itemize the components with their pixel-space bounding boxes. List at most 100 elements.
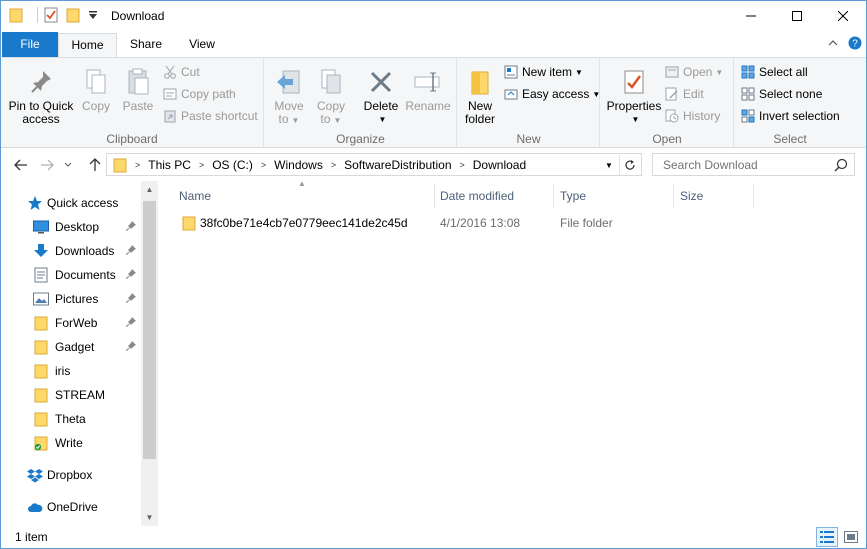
cut-button[interactable]: Cut xyxy=(163,62,200,82)
nav-item-theta[interactable]: Theta xyxy=(1,407,141,431)
collapse-ribbon-icon[interactable] xyxy=(828,39,838,47)
column-header-name[interactable]: Name xyxy=(179,184,211,208)
details-view-button[interactable] xyxy=(816,527,838,547)
nav-scrollbar[interactable]: ▲ ▼ xyxy=(141,181,158,526)
breadcrumb-separator[interactable]: > xyxy=(135,160,140,170)
column-divider[interactable] xyxy=(673,184,674,208)
pin-to-quick-access-button[interactable]: Pin to Quick access xyxy=(7,64,75,126)
paste-button[interactable]: Paste xyxy=(119,64,157,113)
delete-button[interactable]: Delete ▼ xyxy=(361,64,401,126)
nav-quick-access[interactable]: Quick access xyxy=(1,191,141,215)
column-header-date[interactable]: Date modified xyxy=(440,184,514,208)
copy-path-button[interactable]: Copy path xyxy=(163,84,236,104)
breadcrumb-windows[interactable]: Windows xyxy=(274,158,323,172)
minimize-button[interactable] xyxy=(728,1,774,31)
paste-label: Paste xyxy=(122,99,154,113)
column-divider[interactable] xyxy=(434,184,435,208)
nav-item-downloads[interactable]: Downloads xyxy=(1,239,141,263)
nav-item-gadget[interactable]: Gadget xyxy=(1,335,141,359)
forward-button[interactable] xyxy=(37,156,57,174)
breadcrumb-download[interactable]: Download xyxy=(473,158,526,172)
column-header-type[interactable]: Type xyxy=(560,184,586,208)
open-button[interactable]: Open ▼ xyxy=(665,62,723,82)
column-divider[interactable] xyxy=(753,184,754,208)
tab-home[interactable]: Home xyxy=(58,33,117,58)
pin-icon[interactable] xyxy=(125,292,136,306)
tab-view[interactable]: View xyxy=(177,33,227,57)
nav-item-write[interactable]: Write xyxy=(1,431,141,455)
nav-item-label: Gadget xyxy=(55,340,95,354)
open-icon xyxy=(665,66,679,78)
breadcrumb-softwaredistribution[interactable]: SoftwareDistribution xyxy=(344,158,451,172)
refresh-button[interactable] xyxy=(619,155,639,175)
nav-item-desktop[interactable]: Desktop xyxy=(1,215,141,239)
new-folder-qat-icon[interactable] xyxy=(66,7,80,23)
pin-icon[interactable] xyxy=(125,268,136,282)
nav-item-pictures[interactable]: Pictures xyxy=(1,287,141,311)
new-folder-button[interactable]: New folder xyxy=(462,64,498,126)
column-divider[interactable] xyxy=(553,184,554,208)
nav-item-documents[interactable]: Documents xyxy=(1,263,141,287)
pin-icon[interactable] xyxy=(125,340,136,354)
delete-label: Delete xyxy=(363,99,399,113)
pin-icon[interactable] xyxy=(125,244,136,258)
up-button[interactable] xyxy=(85,156,105,174)
tab-share[interactable]: Share xyxy=(121,33,171,57)
search-box[interactable] xyxy=(652,153,855,176)
pin-icon[interactable] xyxy=(125,316,136,330)
new-item-button[interactable]: New item ▼ xyxy=(504,62,583,82)
address-bar[interactable]: > This PC > OS (C:) > Windows > Software… xyxy=(106,153,642,176)
pin-icon[interactable] xyxy=(125,220,136,234)
nav-item-iris[interactable]: iris xyxy=(1,359,141,383)
invert-selection-button[interactable]: Invert selection xyxy=(741,106,840,126)
close-button[interactable] xyxy=(820,1,866,31)
copy-to-label-line1: Copy xyxy=(316,99,345,113)
nav-item-forweb[interactable]: ForWeb xyxy=(1,311,141,335)
file-date-modified: 4/1/2016 13:08 xyxy=(440,216,521,230)
properties-qat-icon[interactable] xyxy=(44,7,58,23)
nav-onedrive[interactable]: OneDrive xyxy=(1,495,141,519)
copy-to-button[interactable]: Copy to ▼ xyxy=(313,64,349,127)
qat-customize-icon[interactable] xyxy=(88,10,98,20)
address-dropdown-icon[interactable]: ▼ xyxy=(601,156,617,174)
large-icons-view-button[interactable] xyxy=(840,527,862,547)
move-to-button[interactable]: Move to ▼ xyxy=(271,64,307,127)
column-header-size[interactable]: Size xyxy=(680,184,703,208)
nav-onedrive-label: OneDrive xyxy=(47,500,98,514)
properties-label: Properties xyxy=(606,99,662,113)
breadcrumb-separator[interactable]: > xyxy=(199,160,204,170)
nav-item-label: STREAM xyxy=(55,388,106,402)
scroll-down-icon[interactable]: ▼ xyxy=(141,509,158,526)
window-folder-icon[interactable] xyxy=(9,7,23,23)
scroll-thumb[interactable] xyxy=(143,201,156,459)
easy-access-button[interactable]: Easy access ▼ xyxy=(504,84,600,104)
breadcrumb-separator[interactable]: > xyxy=(261,160,266,170)
table-row[interactable]: 38fc0be71e4cb7e0779eec141de2c45d 4/1/201… xyxy=(174,212,864,234)
select-group: Select all Select none Invert selection … xyxy=(735,58,845,148)
nav-dropbox[interactable]: Dropbox xyxy=(1,463,141,487)
ribbon-tab-extras: ? xyxy=(818,36,862,50)
rename-button[interactable]: Rename xyxy=(405,64,451,113)
breadcrumb-separator[interactable]: > xyxy=(331,160,336,170)
history-button[interactable]: History xyxy=(665,106,720,126)
breadcrumb-separator[interactable]: > xyxy=(460,160,465,170)
breadcrumb-this-pc[interactable]: This PC xyxy=(148,158,191,172)
select-none-button[interactable]: Select none xyxy=(741,84,822,104)
select-all-button[interactable]: Select all xyxy=(741,62,808,82)
recent-locations-button[interactable] xyxy=(61,156,75,174)
breadcrumb-os-c[interactable]: OS (C:) xyxy=(212,158,253,172)
search-input[interactable] xyxy=(661,154,831,175)
maximize-button[interactable] xyxy=(774,1,820,31)
scroll-up-icon[interactable]: ▲ xyxy=(141,181,158,198)
help-icon[interactable]: ? xyxy=(848,36,862,50)
easy-access-icon xyxy=(504,89,518,100)
edit-button[interactable]: Edit xyxy=(665,84,704,104)
properties-button[interactable]: Properties ▼ xyxy=(605,64,663,126)
back-button[interactable] xyxy=(11,156,31,174)
rename-label: Rename xyxy=(405,99,451,113)
pin-label-line2: access xyxy=(22,112,60,126)
nav-item-stream[interactable]: STREAM xyxy=(1,383,141,407)
copy-button[interactable]: Copy xyxy=(77,64,115,113)
paste-shortcut-button[interactable]: Paste shortcut xyxy=(163,106,258,126)
tab-file[interactable]: File xyxy=(2,32,58,57)
